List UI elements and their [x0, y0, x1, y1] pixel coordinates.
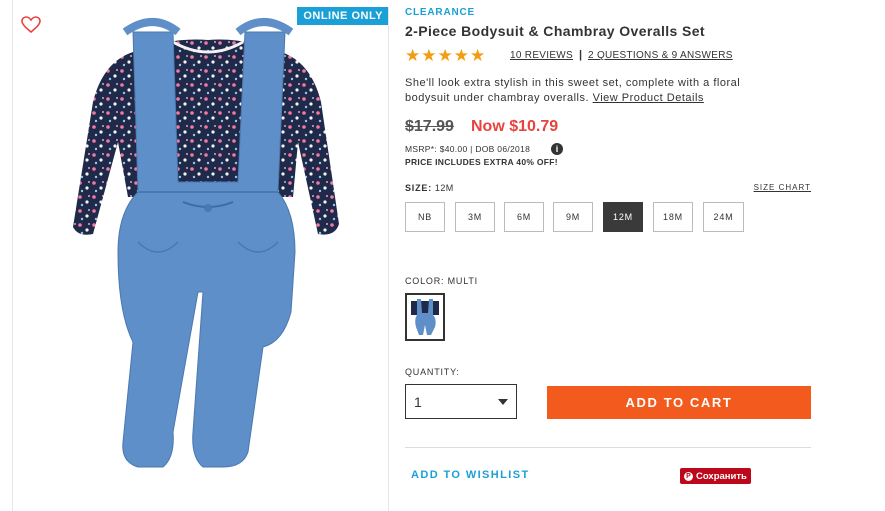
- product-title: 2-Piece Bodysuit & Chambray Overalls Set: [405, 23, 705, 39]
- pinterest-save-label: Сохранить: [696, 470, 747, 482]
- size-option-12m[interactable]: 12M: [603, 202, 643, 232]
- info-icon[interactable]: i: [551, 143, 563, 155]
- questions-answers-link[interactable]: 2 QUESTIONS & 9 ANSWERS: [588, 50, 733, 61]
- quantity-label: QUANTITY:: [405, 367, 460, 377]
- size-option-9m[interactable]: 9M: [553, 202, 593, 232]
- pinterest-save-button[interactable]: P Сохранить: [680, 468, 751, 484]
- chevron-down-icon: [498, 399, 508, 405]
- sale-price: Now $10.79: [471, 118, 559, 135]
- reviews-separator: |: [579, 49, 583, 61]
- quantity-value: 1: [414, 394, 422, 410]
- heart-icon[interactable]: [21, 15, 41, 35]
- quantity-select[interactable]: 1: [405, 384, 517, 419]
- original-price: $17.99: [405, 118, 454, 135]
- size-option-24m[interactable]: 24M: [703, 202, 744, 232]
- pinterest-icon: P: [684, 471, 693, 481]
- size-option-nb[interactable]: NB: [405, 202, 445, 232]
- selected-size: 12M: [434, 183, 454, 193]
- size-option-3m[interactable]: 3M: [455, 202, 495, 232]
- color-label: COLOR: MULTI: [405, 276, 478, 286]
- size-option-18m[interactable]: 18M: [653, 202, 693, 232]
- size-label: SIZE: 12M: [405, 183, 454, 193]
- size-option-6m[interactable]: 6M: [504, 202, 544, 232]
- extra-off-note: PRICE INCLUDES EXTRA 40% OFF!: [405, 157, 558, 167]
- product-image-panel[interactable]: ONLINE ONLY: [13, 7, 389, 511]
- section-divider: [405, 447, 811, 448]
- rating-stars-icon[interactable]: ★★★★★: [405, 46, 486, 66]
- add-to-cart-button[interactable]: ADD TO CART: [547, 386, 811, 419]
- product-description: She'll look extra stylish in this sweet …: [405, 76, 785, 106]
- size-chart-link[interactable]: SIZE CHART: [754, 183, 811, 192]
- add-to-wishlist-link[interactable]: ADD TO WISHLIST: [411, 469, 530, 481]
- swatch-thumbnail: [411, 299, 439, 335]
- color-swatch-multi[interactable]: [405, 293, 445, 341]
- clearance-label: CLEARANCE: [405, 7, 475, 18]
- size-label-text: SIZE:: [405, 183, 433, 193]
- product-image: [73, 18, 339, 468]
- reviews-link[interactable]: 10 REVIEWS: [510, 50, 573, 61]
- msrp-info: MSRP*: $40.00 | DOB 06/2018: [405, 144, 531, 154]
- view-details-link[interactable]: View Product Details: [593, 92, 704, 104]
